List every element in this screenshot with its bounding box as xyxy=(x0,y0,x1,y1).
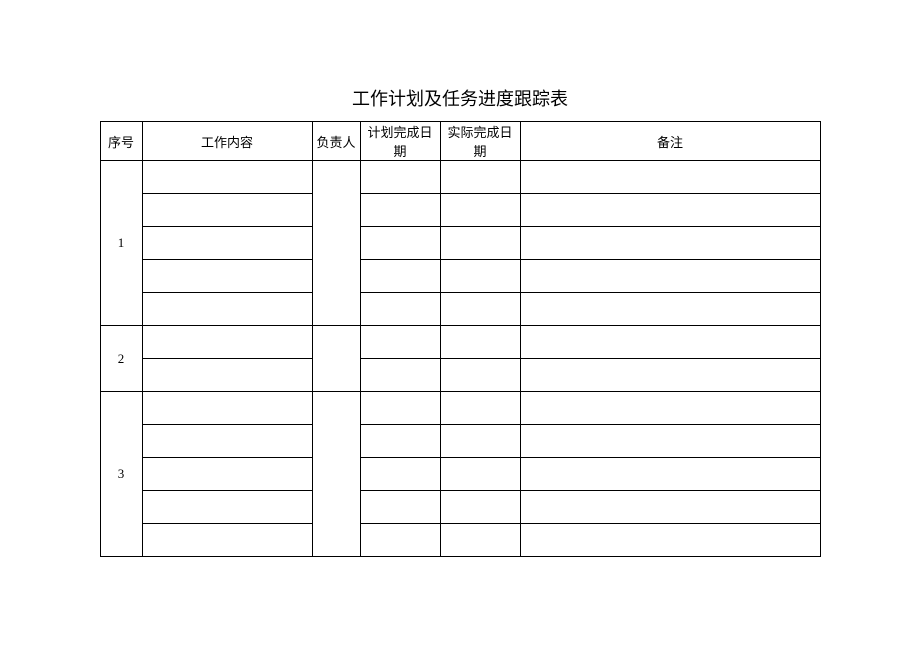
actual-date-cell xyxy=(440,392,520,425)
actual-date-cell xyxy=(440,161,520,194)
table-row: 2 xyxy=(100,326,820,359)
content-cell xyxy=(142,458,312,491)
content-cell xyxy=(142,359,312,392)
remarks-cell xyxy=(520,425,820,458)
plan-date-cell xyxy=(360,194,440,227)
content-cell xyxy=(142,260,312,293)
plan-date-cell xyxy=(360,425,440,458)
header-seq: 序号 xyxy=(100,122,142,161)
table-row xyxy=(100,458,820,491)
header-actual-date: 实际完成日期 xyxy=(440,122,520,161)
table-row xyxy=(100,524,820,557)
table-row xyxy=(100,227,820,260)
plan-date-cell xyxy=(360,359,440,392)
actual-date-cell xyxy=(440,524,520,557)
actual-date-cell xyxy=(440,194,520,227)
header-plan-date: 计划完成日期 xyxy=(360,122,440,161)
content-cell xyxy=(142,293,312,326)
actual-date-cell xyxy=(440,326,520,359)
plan-date-cell xyxy=(360,326,440,359)
remarks-cell xyxy=(520,293,820,326)
content-cell xyxy=(142,392,312,425)
actual-date-cell xyxy=(440,227,520,260)
plan-date-cell xyxy=(360,491,440,524)
person-cell xyxy=(312,161,360,326)
content-cell xyxy=(142,524,312,557)
document-title: 工作计划及任务进度跟踪表 xyxy=(0,85,920,111)
header-remarks: 备注 xyxy=(520,122,820,161)
content-cell xyxy=(142,326,312,359)
actual-date-cell xyxy=(440,293,520,326)
table-row: 1 xyxy=(100,161,820,194)
table-body: 1 xyxy=(100,161,820,557)
content-cell xyxy=(142,194,312,227)
remarks-cell xyxy=(520,458,820,491)
table-header-row: 序号 工作内容 负责人 计划完成日期 实际完成日期 备注 xyxy=(100,122,820,161)
actual-date-cell xyxy=(440,491,520,524)
plan-date-cell xyxy=(360,293,440,326)
content-cell xyxy=(142,491,312,524)
actual-date-cell xyxy=(440,260,520,293)
actual-date-cell xyxy=(440,425,520,458)
table-row: 3 xyxy=(100,392,820,425)
remarks-cell xyxy=(520,161,820,194)
remarks-cell xyxy=(520,227,820,260)
plan-date-cell xyxy=(360,260,440,293)
table-row xyxy=(100,293,820,326)
remarks-cell xyxy=(520,194,820,227)
person-cell xyxy=(312,392,360,557)
seq-cell: 3 xyxy=(100,392,142,557)
remarks-cell xyxy=(520,260,820,293)
actual-date-cell xyxy=(440,359,520,392)
plan-date-cell xyxy=(360,458,440,491)
remarks-cell xyxy=(520,326,820,359)
content-cell xyxy=(142,161,312,194)
content-cell xyxy=(142,227,312,260)
remarks-cell xyxy=(520,524,820,557)
seq-cell: 1 xyxy=(100,161,142,326)
table-row xyxy=(100,425,820,458)
remarks-cell xyxy=(520,491,820,524)
header-person: 负责人 xyxy=(312,122,360,161)
plan-date-cell xyxy=(360,161,440,194)
actual-date-cell xyxy=(440,458,520,491)
plan-date-cell xyxy=(360,524,440,557)
header-content: 工作内容 xyxy=(142,122,312,161)
plan-date-cell xyxy=(360,392,440,425)
remarks-cell xyxy=(520,359,820,392)
table-container: 序号 工作内容 负责人 计划完成日期 实际完成日期 备注 1 xyxy=(0,121,920,557)
table-row xyxy=(100,359,820,392)
person-cell xyxy=(312,326,360,392)
table-row xyxy=(100,194,820,227)
remarks-cell xyxy=(520,392,820,425)
tracking-table: 序号 工作内容 负责人 计划完成日期 实际完成日期 备注 1 xyxy=(100,121,821,557)
plan-date-cell xyxy=(360,227,440,260)
table-row xyxy=(100,491,820,524)
content-cell xyxy=(142,425,312,458)
table-row xyxy=(100,260,820,293)
seq-cell: 2 xyxy=(100,326,142,392)
